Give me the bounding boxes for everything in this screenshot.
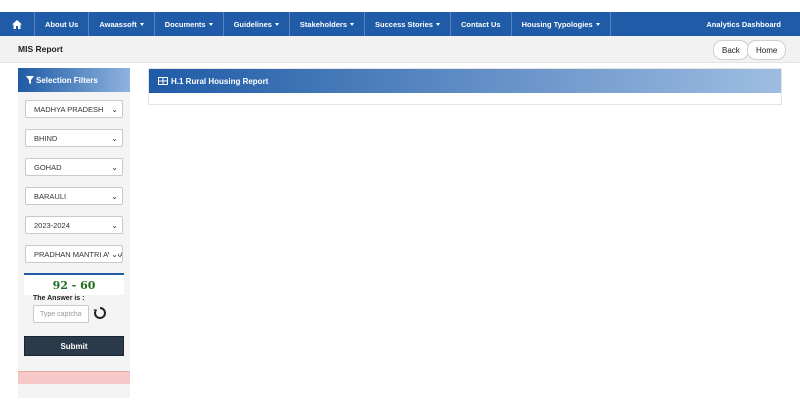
caret-down-icon: [595, 22, 600, 26]
chevron-down-icon: ⌄: [109, 192, 118, 201]
report-heading: H.1 Rural Housing Report: [149, 69, 781, 93]
home-icon: [12, 19, 22, 29]
chevron-down-icon: ⌄: [109, 134, 118, 143]
state-select[interactable]: MADHYA PRADESH ⌄: [25, 100, 123, 118]
selection-filters-panel: Selection Filters MADHYA PRADESH ⌄ BHIND…: [18, 68, 130, 398]
nav-guidelines[interactable]: Guidelines: [224, 12, 290, 36]
filter-icon: [26, 76, 34, 84]
nav-awaassoft[interactable]: Awaassoft: [89, 12, 155, 36]
village-select[interactable]: BARAULI ⌄: [25, 187, 123, 205]
nav-documents[interactable]: Documents: [155, 12, 224, 36]
chevron-down-icon: ⌄: [109, 105, 118, 114]
caret-down-icon: [435, 22, 440, 26]
top-nav: About Us Awaassoft Documents Guidelines …: [0, 12, 800, 36]
refresh-icon[interactable]: [93, 306, 107, 320]
caret-down-icon: [274, 22, 279, 26]
nav-analytics-dashboard[interactable]: Analytics Dashboard: [706, 20, 800, 29]
scheme-select[interactable]: PRADHAN MANTRI AWAAS YOJANA ⌄: [25, 245, 123, 263]
page-title: MIS Report: [18, 44, 63, 54]
nav-stakeholders[interactable]: Stakeholders: [290, 12, 366, 36]
year-select[interactable]: 2023-2024 ⌄: [25, 216, 123, 234]
chevron-down-icon: ⌄: [109, 163, 118, 172]
submit-button[interactable]: Submit: [24, 336, 124, 356]
nav-contact-us[interactable]: Contact Us: [451, 12, 512, 36]
back-button[interactable]: Back: [713, 40, 749, 60]
table-icon: [158, 77, 168, 85]
caret-down-icon: [350, 22, 355, 26]
caret-down-icon: [139, 22, 144, 26]
chevron-down-icon: ⌄: [109, 221, 118, 230]
caret-down-icon: [208, 22, 213, 26]
alert-strip: [18, 371, 130, 384]
chevron-down-icon: ⌄: [109, 250, 118, 259]
captcha-question: 92 - 60: [24, 273, 124, 295]
report-panel: H.1 Rural Housing Report: [148, 68, 782, 105]
nav-about-us[interactable]: About Us: [35, 12, 90, 36]
nav-success-stories[interactable]: Success Stories: [365, 12, 451, 36]
nav-home-button[interactable]: [0, 12, 35, 36]
captcha-input[interactable]: Type captcha: [33, 305, 89, 323]
captcha-answer-label: The Answer is :: [33, 295, 85, 302]
district-select[interactable]: BHIND ⌄: [25, 129, 123, 147]
block-select[interactable]: GOHAD ⌄: [25, 158, 123, 176]
home-button[interactable]: Home: [747, 40, 787, 60]
filters-heading: Selection Filters: [18, 68, 130, 92]
nav-housing-typologies[interactable]: Housing Typologies: [512, 12, 611, 36]
page-header: MIS Report Back Home: [0, 36, 800, 63]
